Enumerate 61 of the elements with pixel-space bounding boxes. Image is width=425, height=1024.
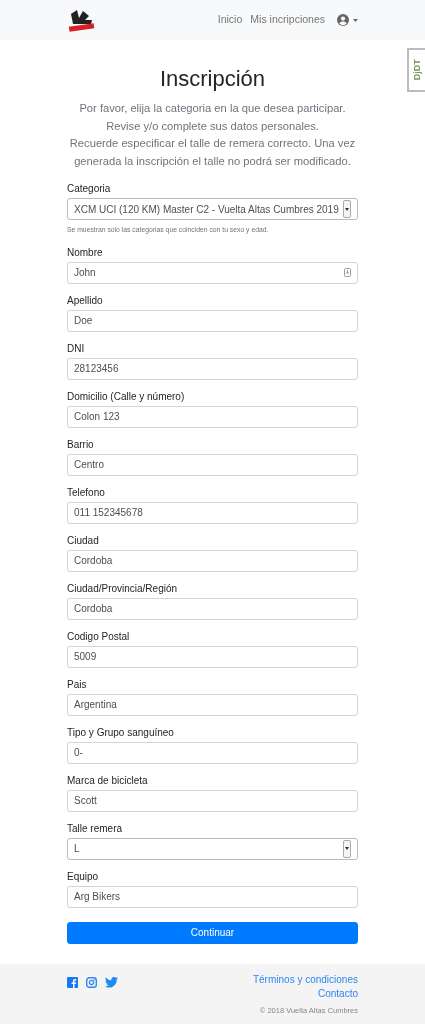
instagram-icon[interactable]	[86, 976, 97, 988]
field-label: Marca de bicicleta	[67, 773, 149, 787]
user-menu[interactable]	[337, 14, 358, 26]
input-field[interactable]: Arg Bikers	[67, 885, 358, 908]
input-value: Cordoba	[74, 554, 113, 569]
field-label: Categoria	[67, 182, 112, 196]
continue-button[interactable]: Continuar	[67, 921, 358, 944]
input-value: Centro	[74, 458, 104, 473]
caret-icon	[353, 18, 358, 22]
input-value: 0-	[74, 746, 83, 761]
field-label: Talle remera	[67, 821, 124, 835]
facebook-icon[interactable]	[67, 976, 78, 988]
field-label: Barrio	[67, 437, 95, 451]
input-value: Scott	[74, 794, 97, 809]
input-value: Argentina	[74, 698, 117, 713]
autofill-icon[interactable]	[344, 268, 351, 278]
input-field[interactable]: Cordoba	[67, 597, 358, 620]
field-label: Pais	[67, 677, 88, 691]
input-value: Cordoba	[74, 602, 113, 617]
input-field[interactable]: Scott	[67, 789, 358, 812]
input-field[interactable]: 5009	[67, 645, 358, 668]
input-field[interactable]: Centro	[67, 453, 358, 476]
field-label: Ciudad/Provincia/Región	[67, 581, 179, 595]
field-label: Domicilio (Calle y número)	[67, 389, 186, 403]
field-label: Codigo Postal	[67, 629, 131, 643]
input-field[interactable]: 28123456	[67, 357, 358, 380]
field-label: Tipo y Grupo sanguíneo	[67, 725, 175, 739]
select-value: L	[74, 842, 80, 857]
page-title: Inscripción	[158, 66, 267, 93]
select-value: XCM UCI (120 KM) Master C2 - Vuelta Altas Cumbres 2019	[74, 202, 339, 217]
input-value: John	[74, 266, 96, 281]
input-value: Doe	[74, 314, 93, 329]
input-value: Colon 123	[74, 410, 120, 425]
input-field[interactable]: Cordoba	[67, 549, 358, 572]
input-field[interactable]: Argentina	[67, 693, 358, 716]
twitter-icon[interactable]	[105, 976, 118, 988]
input-value: 28123456	[74, 362, 119, 377]
field-label: Ciudad	[67, 533, 100, 547]
input-value: Arg Bikers	[74, 890, 121, 905]
input-value: 011 152345678	[74, 506, 143, 521]
select-field[interactable]: L	[67, 837, 358, 860]
select-field[interactable]: XCM UCI (120 KM) Master C2 - Vuelta Altas Cumbres 2019	[67, 198, 358, 221]
nav-link[interactable]: Mis incripciones	[250, 12, 325, 28]
input-value: 5009	[74, 650, 97, 665]
intro-text: Recuerde especificar el talle de remera correcto. Una vez generada la inscripción el talle no podrá ser modificado.	[68, 136, 357, 169]
nav-link[interactable]: Inicio	[217, 12, 243, 28]
input-field[interactable]: John	[67, 261, 358, 284]
user-icon	[337, 14, 349, 26]
field-label: Equipo	[67, 869, 100, 883]
logo[interactable]	[67, 8, 95, 32]
field-label: DNI	[67, 341, 86, 355]
intro-text: Por favor, elija la categoria en la que desea participar.	[78, 101, 347, 117]
debug-tab-label: DjDT	[410, 59, 423, 81]
intro-text: Revise y/o complete sus datos personales.	[105, 118, 320, 134]
input-field[interactable]: Colon 123	[67, 405, 358, 428]
input-field[interactable]: Doe	[67, 309, 358, 332]
field-label: Nombre	[67, 245, 104, 259]
input-field[interactable]: 011 152345678	[67, 501, 358, 524]
input-field[interactable]: 0-	[67, 741, 358, 764]
field-label: Apellido	[67, 293, 104, 307]
field-label: Telefono	[67, 485, 106, 499]
